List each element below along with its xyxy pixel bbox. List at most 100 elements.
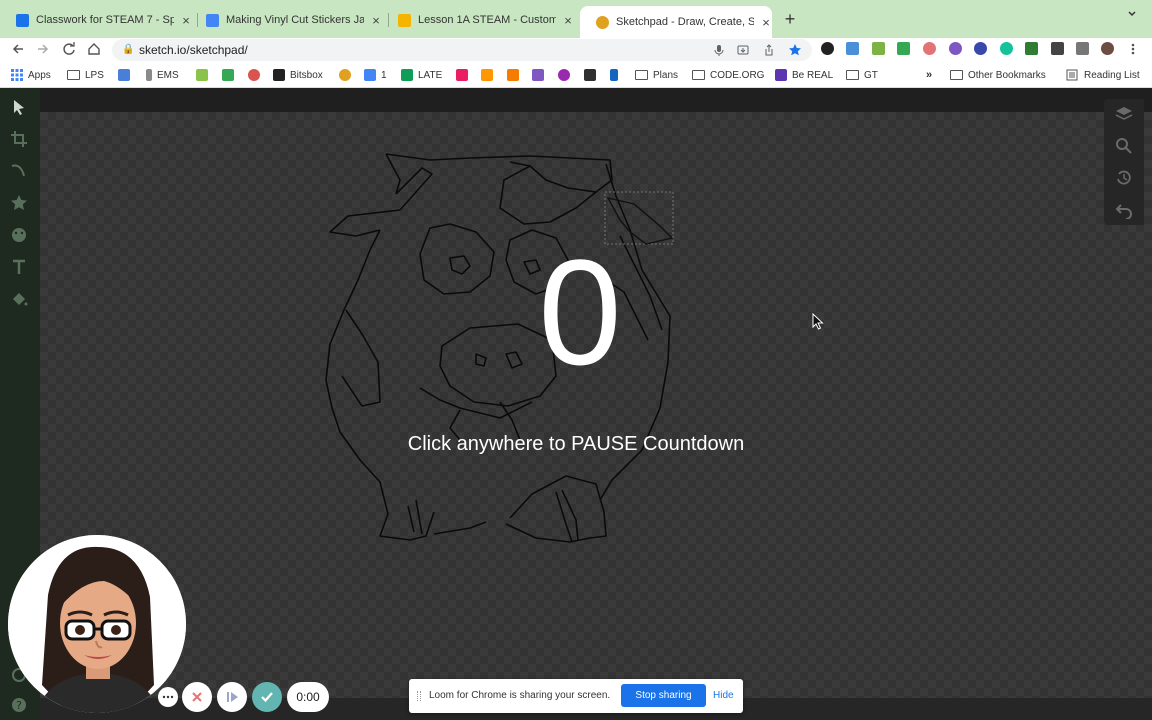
layers-icon[interactable] xyxy=(1115,105,1133,123)
extension-icon[interactable] xyxy=(872,42,885,55)
loom-pause-button[interactable] xyxy=(217,682,247,712)
hide-button[interactable]: Hide xyxy=(713,690,734,701)
bookmark-icon xyxy=(196,69,208,81)
extension-icon[interactable] xyxy=(949,42,962,55)
bookmark-item[interactable] xyxy=(339,68,356,82)
pause-countdown-message[interactable]: Click anywhere to PAUSE Countdown xyxy=(300,433,852,456)
google-slides-icon xyxy=(398,13,411,27)
loom-finish-button[interactable] xyxy=(252,682,282,712)
more-bookmarks-button[interactable]: » xyxy=(926,68,932,82)
bookmark-star-icon[interactable] xyxy=(788,43,802,57)
folder-icon xyxy=(846,70,859,80)
select-arrow-icon[interactable] xyxy=(10,98,28,116)
share-icon[interactable] xyxy=(762,43,776,57)
loom-camera-bubble[interactable] xyxy=(8,535,186,713)
lock-icon[interactable]: 🔒 xyxy=(122,44,134,55)
bookmark-be-real[interactable]: Be REAL xyxy=(775,68,833,82)
bookmark-item[interactable] xyxy=(532,68,549,82)
microphone-icon[interactable] xyxy=(712,43,726,57)
rocket-icon[interactable] xyxy=(1051,42,1064,55)
install-app-icon[interactable] xyxy=(736,43,750,57)
pen-curve-icon[interactable] xyxy=(10,162,28,180)
zoom-search-icon[interactable] xyxy=(1115,137,1133,155)
browser-tab-strip: Classwork for STEAM 7 - Sprin × Making V… xyxy=(0,0,1152,38)
reading-list-button[interactable]: Reading List xyxy=(1066,68,1140,82)
loom-more-button[interactable] xyxy=(158,687,178,707)
extension-icon[interactable] xyxy=(821,42,834,55)
forward-icon[interactable] xyxy=(35,41,51,57)
bookmark-bitsbox[interactable]: Bitsbox xyxy=(273,68,323,82)
bookmark-item[interactable] xyxy=(118,68,135,82)
bookmark-icon xyxy=(507,69,519,81)
bookmark-item[interactable] xyxy=(507,68,524,82)
bookmarks-bar: Apps LPS EMS Bitsbox 1 LATE Plans CODE.O… xyxy=(0,62,1152,88)
bitsbox-icon xyxy=(273,69,285,81)
profile-avatar[interactable] xyxy=(1101,42,1114,55)
more-dots-icon xyxy=(162,695,174,699)
folder-icon xyxy=(67,70,80,80)
paint-bucket-icon[interactable] xyxy=(10,290,28,308)
other-bookmarks-folder[interactable]: Other Bookmarks xyxy=(950,68,1046,82)
bookmark-item[interactable] xyxy=(248,68,265,82)
close-icon[interactable]: × xyxy=(760,15,772,30)
help-icon[interactable]: ? xyxy=(10,696,28,714)
bookmark-ems[interactable]: EMS xyxy=(146,68,179,82)
bookmark-folder-code-org[interactable]: CODE.ORG xyxy=(692,68,764,82)
text-tool-icon[interactable] xyxy=(10,258,28,276)
google-drive-icon[interactable] xyxy=(897,42,910,55)
bookmark-item[interactable] xyxy=(196,68,213,82)
close-icon[interactable]: × xyxy=(562,13,574,28)
bookmark-item[interactable] xyxy=(610,68,623,82)
google-docs-icon xyxy=(364,69,376,81)
bookmark-folder-gt[interactable]: GT xyxy=(846,68,878,82)
tab-classwork[interactable]: Classwork for STEAM 7 - Sprin × xyxy=(0,8,197,32)
stop-sharing-button[interactable]: Stop sharing xyxy=(621,684,706,707)
star-icon[interactable] xyxy=(10,194,28,212)
browser-menu-icon[interactable] xyxy=(1128,42,1138,56)
extension-icon[interactable] xyxy=(846,42,859,55)
bookmark-item[interactable] xyxy=(584,68,601,82)
extension-icon[interactable] xyxy=(923,42,936,55)
extension-icon[interactable] xyxy=(974,42,987,55)
google-classroom-icon xyxy=(16,13,29,27)
extension-icon[interactable] xyxy=(1025,42,1038,55)
calendar-icon xyxy=(118,69,130,81)
bookmark-label: Be REAL xyxy=(792,69,834,81)
home-icon[interactable] xyxy=(86,41,102,57)
apps-grid-icon xyxy=(11,69,23,81)
loom-cancel-button[interactable] xyxy=(182,682,212,712)
sticker-globe-icon[interactable] xyxy=(10,226,28,244)
bookmark-1[interactable]: 1 xyxy=(364,68,387,82)
close-icon[interactable]: × xyxy=(370,13,382,28)
bookmark-label: Other Bookmarks xyxy=(968,69,1046,81)
bookmark-folder-plans[interactable]: Plans xyxy=(635,68,678,82)
back-icon[interactable] xyxy=(10,41,26,57)
countdown-number: 0 xyxy=(538,228,622,396)
history-icon[interactable] xyxy=(1115,169,1133,187)
bookmark-item[interactable] xyxy=(558,68,575,82)
reload-icon[interactable] xyxy=(61,41,77,57)
bookmark-icon xyxy=(146,69,152,81)
folder-icon xyxy=(950,70,963,80)
crop-icon[interactable] xyxy=(10,130,28,148)
new-tab-button[interactable]: + xyxy=(781,9,799,29)
checkmark-icon xyxy=(261,692,273,703)
undo-icon[interactable] xyxy=(1115,201,1133,219)
bookmark-label: Reading List xyxy=(1084,69,1140,81)
bookmark-icon xyxy=(532,69,544,81)
bookmark-item[interactable] xyxy=(222,68,239,82)
bookmark-item[interactable] xyxy=(481,68,498,82)
tab-search-chevron-icon[interactable] xyxy=(1127,9,1137,19)
grammarly-icon[interactable] xyxy=(1000,42,1013,55)
bookmark-item[interactable] xyxy=(456,68,473,82)
extensions-puzzle-icon[interactable] xyxy=(1076,42,1089,55)
tab-vinyl-stickers[interactable]: Making Vinyl Cut Stickers Jan × xyxy=(190,8,387,32)
bookmark-folder-lps[interactable]: LPS xyxy=(67,68,104,82)
bookmark-late[interactable]: LATE xyxy=(401,68,442,82)
drag-handle-icon[interactable] xyxy=(417,691,421,701)
bookmark-apps[interactable]: Apps xyxy=(11,68,51,82)
tab-lesson-1a[interactable]: Lesson 1A STEAM - Customizin × xyxy=(382,8,579,32)
tab-sketchpad[interactable]: Sketchpad - Draw, Create, Sha × xyxy=(580,6,772,38)
bookmark-icon xyxy=(610,69,618,81)
address-bar[interactable]: 🔒 sketch.io/sketchpad/ xyxy=(112,39,812,61)
